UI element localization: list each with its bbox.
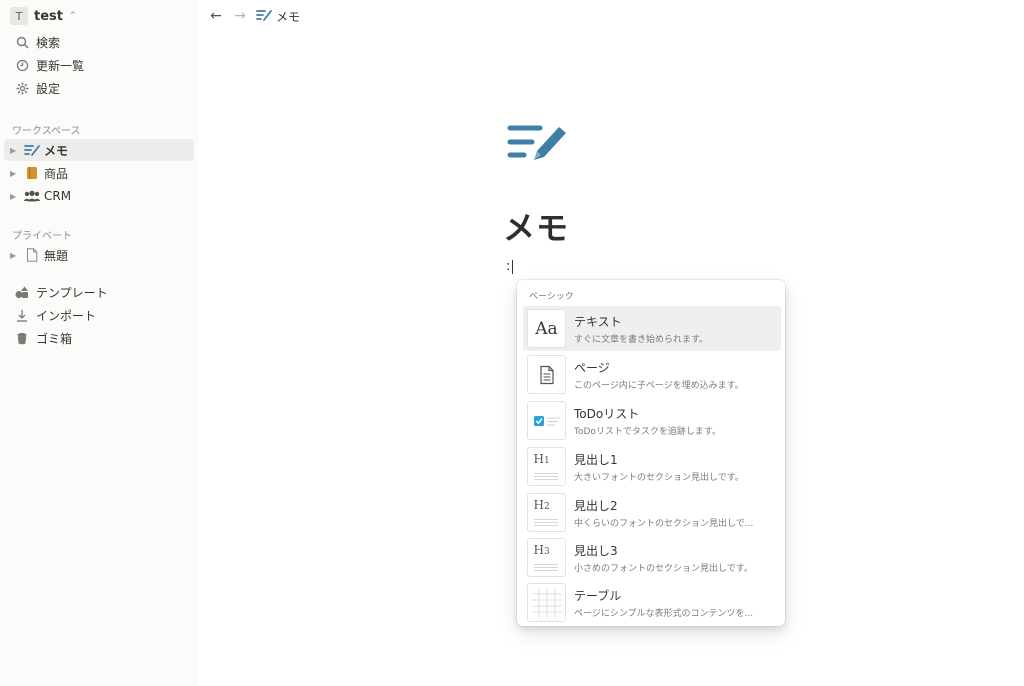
expand-toggle-icon[interactable]: ▶ — [10, 169, 22, 178]
shapes-icon — [12, 286, 32, 299]
chevron-updown-icon: ⌃ — [68, 11, 77, 21]
sidebar-item-label: メモ — [44, 143, 69, 158]
menu-item-heading-2[interactable]: H2 見出し2 中くらいのフォントのセクション見出しで... — [523, 490, 781, 535]
menu-item-title: ToDoリスト — [574, 406, 640, 421]
page-title[interactable]: メモ — [503, 203, 569, 249]
typed-text: : — [506, 259, 511, 274]
arrow-right-icon[interactable]: → — [232, 8, 248, 24]
menu-item-table[interactable]: テーブル ページにシンプルな表形式のコンテンツを... — [523, 580, 781, 625]
heading-3-thumb-icon: H3 — [527, 538, 566, 577]
text-caret — [512, 259, 514, 274]
menu-item-title: テキスト — [574, 314, 622, 329]
sidebar-page-products[interactable]: ▶ 商品 — [4, 162, 194, 184]
page-thumb-icon — [527, 355, 566, 394]
sidebar-item-label: テンプレート — [36, 285, 108, 300]
workspace-name: test — [34, 8, 63, 24]
checkbox-thumb-icon — [527, 401, 566, 440]
trash-icon — [12, 332, 32, 345]
sidebar-item-label: インポート — [36, 308, 97, 323]
expand-toggle-icon[interactable]: ▶ — [10, 146, 22, 155]
page-icon[interactable] — [506, 122, 568, 164]
heading-2-thumb-icon: H2 — [527, 493, 566, 532]
expand-toggle-icon[interactable]: ▶ — [10, 192, 22, 201]
menu-item-desc: 大きいフォントのセクション見出しです。 — [574, 472, 744, 483]
sidebar-item-trash[interactable]: ゴミ箱 — [4, 327, 194, 349]
breadcrumb[interactable]: メモ — [256, 8, 300, 25]
sidebar-item-search[interactable]: 検索 — [4, 31, 194, 53]
table-thumb-icon — [527, 583, 566, 622]
sidebar-item-updates[interactable]: 更新一覧 — [4, 54, 194, 76]
sidebar-item-label: ゴミ箱 — [36, 331, 73, 346]
search-icon — [12, 36, 32, 49]
heading-1-thumb-icon: H1 — [527, 447, 566, 486]
download-icon — [12, 309, 32, 322]
topbar: ← → メモ — [208, 6, 300, 26]
workspace-switcher[interactable]: T test ⌃ — [10, 6, 77, 26]
sidebar: T test ⌃ 検索 更新一覧 設定 ワークスペース ▶ メモ ▶ 商品 ▶ … — [0, 0, 198, 686]
menu-item-desc: このページ内に子ページを埋め込みます。 — [574, 380, 744, 391]
arrow-left-icon[interactable]: ← — [208, 8, 224, 24]
slash-command-menu: ベーシック Aa テキスト すぐに文章を書き始められます。 ページ このページ内… — [517, 280, 785, 626]
menu-item-desc: すぐに文章を書き始められます。 — [574, 334, 709, 345]
sidebar-item-label: 設定 — [36, 81, 61, 96]
sidebar-item-label: 無題 — [44, 248, 69, 263]
menu-item-title: 見出し2 — [574, 498, 618, 513]
document-icon — [22, 248, 42, 262]
sidebar-item-templates[interactable]: テンプレート — [4, 281, 194, 303]
workspace-section-label: ワークスペース — [12, 126, 81, 137]
book-icon — [22, 166, 42, 180]
menu-item-title: ページ — [574, 360, 610, 375]
gear-icon — [12, 82, 32, 95]
sidebar-page-memo[interactable]: ▶ メモ — [4, 139, 194, 161]
menu-item-todo[interactable]: ToDoリスト ToDoリストでタスクを追跡します。 — [523, 398, 781, 443]
people-icon — [22, 190, 42, 202]
menu-item-page[interactable]: ページ このページ内に子ページを埋め込みます。 — [523, 352, 781, 397]
menu-item-title: 見出し1 — [574, 452, 618, 467]
text-thumb-icon: Aa — [527, 309, 566, 348]
sidebar-page-crm[interactable]: ▶ CRM — [4, 185, 194, 207]
sidebar-item-label: 商品 — [44, 166, 69, 181]
menu-section-label: ベーシック — [529, 292, 574, 302]
menu-item-heading-3[interactable]: H3 見出し3 小さめのフォントのセクション見出しです。 — [523, 535, 781, 580]
sidebar-item-import[interactable]: インポート — [4, 304, 194, 326]
sidebar-page-untitled[interactable]: ▶ 無題 — [4, 244, 194, 266]
menu-item-heading-1[interactable]: H1 見出し1 大きいフォントのセクション見出しです。 — [523, 444, 781, 489]
menu-item-desc: ToDoリストでタスクを追跡します。 — [574, 426, 722, 437]
workspace-avatar: T — [10, 7, 28, 25]
editor-block[interactable]: : — [506, 259, 514, 274]
menu-item-title: テーブル — [574, 588, 622, 603]
memo-pen-icon — [256, 9, 272, 24]
menu-item-desc: 小さめのフォントのセクション見出しです。 — [574, 563, 753, 574]
breadcrumb-label: メモ — [276, 9, 301, 24]
clock-icon — [12, 59, 32, 72]
sidebar-item-settings[interactable]: 設定 — [4, 77, 194, 99]
menu-item-text[interactable]: Aa テキスト すぐに文章を書き始められます。 — [523, 306, 781, 351]
menu-item-title: 見出し3 — [574, 543, 618, 558]
memo-pen-icon — [22, 144, 42, 156]
sidebar-item-label: CRM — [44, 189, 72, 203]
sidebar-item-label: 更新一覧 — [36, 58, 85, 73]
expand-toggle-icon[interactable]: ▶ — [10, 251, 22, 260]
menu-item-desc: ページにシンプルな表形式のコンテンツを... — [574, 608, 754, 619]
private-section-label: プライベート — [12, 231, 72, 242]
sidebar-item-label: 検索 — [36, 35, 61, 50]
menu-item-desc: 中くらいのフォントのセクション見出しで... — [574, 518, 754, 529]
